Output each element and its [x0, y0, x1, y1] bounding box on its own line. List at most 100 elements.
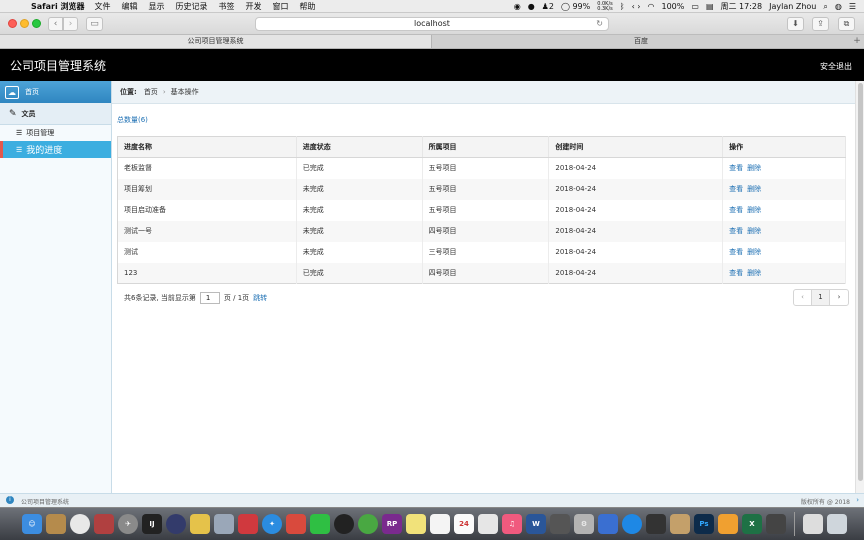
eclipse-icon[interactable] [166, 514, 186, 534]
menu-bookmarks[interactable]: 书签 [219, 1, 235, 12]
view-link[interactable]: 查看 [729, 164, 743, 172]
menu-file[interactable]: 文件 [95, 1, 111, 12]
menu-history[interactable]: 历史记录 [176, 1, 208, 12]
sidebar-toggle-button[interactable]: ▭ [86, 17, 103, 31]
downloads-button[interactable]: ⬇ [787, 17, 804, 31]
remote-desktop-icon[interactable] [598, 514, 618, 534]
notification-center-icon[interactable]: ☰ [849, 2, 856, 11]
show-tabs-button[interactable]: ⧉ [838, 17, 855, 31]
jump-link[interactable]: 跳转 [253, 293, 267, 303]
screenshot-tool-icon[interactable] [286, 514, 306, 534]
menu-edit[interactable]: 编辑 [122, 1, 138, 12]
code-icon[interactable]: ‹ › [632, 2, 641, 11]
view-link[interactable]: 查看 [729, 248, 743, 256]
excel-icon[interactable]: X [742, 514, 762, 534]
delete-link[interactable]: 删除 [747, 269, 761, 277]
squirrel-sql-icon[interactable] [190, 514, 210, 534]
bluetooth-icon[interactable]: ᛒ [620, 2, 625, 11]
maps-icon[interactable] [478, 514, 498, 534]
cell-status: 未完成 [296, 178, 423, 200]
qq-status-icon[interactable]: ♟2 [542, 2, 554, 11]
wifi-icon[interactable]: ◠ [648, 2, 655, 11]
view-link[interactable]: 查看 [729, 185, 743, 193]
window-minimize-button[interactable] [20, 19, 29, 28]
vertical-scrollbar[interactable] [855, 81, 864, 493]
back-button[interactable]: ‹ [48, 17, 63, 31]
breadcrumb-home[interactable]: 首页 [144, 87, 158, 97]
forward-button[interactable]: › [63, 17, 78, 31]
sublime-text-icon[interactable] [718, 514, 738, 534]
menu-help[interactable]: 帮助 [300, 1, 316, 12]
spotlight-search-icon[interactable]: ⌕ [823, 2, 827, 12]
trash-icon[interactable] [827, 514, 847, 534]
launchpad-icon[interactable]: ✈ [118, 514, 138, 534]
sidebar-item-home[interactable]: ☁ 首页 [0, 81, 111, 103]
delete-link[interactable]: 删除 [747, 206, 761, 214]
new-tab-button[interactable]: + [850, 35, 864, 48]
delete-link[interactable]: 删除 [747, 227, 761, 235]
menu-view[interactable]: 显示 [149, 1, 165, 12]
activity-monitor-icon[interactable] [550, 514, 570, 534]
scrollbar-thumb[interactable] [858, 83, 863, 481]
stickies-icon[interactable] [406, 514, 426, 534]
axure-rp-icon[interactable]: RP [382, 514, 402, 534]
database-icon[interactable] [214, 514, 234, 534]
photos-icon[interactable] [70, 514, 90, 534]
tab-project-system[interactable]: 公司项目管理系统 [0, 35, 432, 48]
delete-link[interactable]: 删除 [747, 164, 761, 172]
itunes-icon[interactable]: ♫ [502, 514, 522, 534]
qq-secondary-icon[interactable] [646, 514, 666, 534]
terminal-icon[interactable] [766, 514, 786, 534]
document-stack-icon[interactable] [803, 514, 823, 534]
safari-icon[interactable]: ✦ [262, 514, 282, 534]
sidebar-group-clerk[interactable]: ✎ 文员 [0, 103, 111, 125]
view-link[interactable]: 查看 [729, 269, 743, 277]
window-zoom-button[interactable] [32, 19, 41, 28]
wechat-status-icon[interactable]: ● [528, 2, 535, 11]
view-link[interactable]: 查看 [729, 206, 743, 214]
sidebar-item-project-management[interactable]: ☰ 项目管理 [0, 125, 111, 141]
menu-develop[interactable]: 开发 [246, 1, 262, 12]
page-number-input[interactable]: 1 [199, 292, 220, 304]
reminders-icon[interactable] [430, 514, 450, 534]
view-link[interactable]: 查看 [729, 227, 743, 235]
calendar-icon[interactable]: 24 [454, 514, 474, 534]
clock[interactable]: 周二 17:28 [721, 1, 763, 12]
prev-page-button[interactable]: ‹ [794, 290, 812, 305]
share-icon: ⇪ [817, 19, 824, 28]
qq-icon[interactable] [334, 514, 354, 534]
page-button-1[interactable]: 1 [812, 290, 830, 305]
reload-icon[interactable]: ↻ [596, 18, 603, 30]
menu-window[interactable]: 窗口 [273, 1, 289, 12]
user-name[interactable]: Jaylan Zhou [769, 2, 816, 11]
delete-link[interactable]: 删除 [747, 248, 761, 256]
intellij-icon[interactable]: IJ [142, 514, 162, 534]
notes-app-icon[interactable] [46, 514, 66, 534]
finder-icon[interactable]: ☺ [22, 514, 42, 534]
record-icon[interactable]: ◉ [514, 2, 521, 11]
delete-link[interactable]: 删除 [747, 185, 761, 193]
battery-percent[interactable]: 100% [662, 2, 685, 11]
tab-baidu[interactable]: 百度 [432, 35, 850, 48]
share-button[interactable]: ⇪ [812, 17, 829, 31]
image-editor-icon[interactable] [94, 514, 114, 534]
redis-icon[interactable] [238, 514, 258, 534]
address-bar[interactable]: localhost ↻ [255, 17, 609, 31]
sidebar-item-my-progress[interactable]: ☰ 我的进度 [0, 141, 111, 158]
wechat-icon[interactable] [310, 514, 330, 534]
battery-monitor-icon[interactable]: ◯ 99% [561, 2, 590, 11]
flag-icon[interactable]: ▤ [706, 2, 714, 11]
music-player-icon[interactable] [358, 514, 378, 534]
next-page-button[interactable]: › [830, 290, 848, 305]
system-preferences-icon[interactable]: ⚙ [574, 514, 594, 534]
notebook-icon[interactable] [670, 514, 690, 534]
siri-icon[interactable]: ◍ [835, 2, 842, 11]
cell-status: 已完成 [296, 262, 423, 284]
photoshop-icon[interactable]: Ps [694, 514, 714, 534]
breadcrumb-separator: › [162, 88, 166, 96]
teamviewer-icon[interactable] [622, 514, 642, 534]
window-close-button[interactable] [8, 19, 17, 28]
menu-app-name[interactable]: Safari 浏览器 [31, 1, 85, 12]
logout-link[interactable]: 安全退出 [820, 61, 852, 72]
word-icon[interactable]: W [526, 514, 546, 534]
